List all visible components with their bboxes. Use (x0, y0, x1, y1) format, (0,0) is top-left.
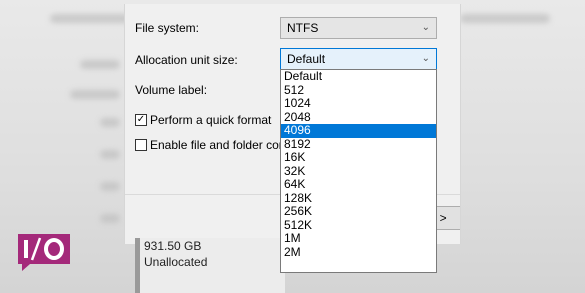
disk-status: Unallocated (144, 255, 208, 269)
dropdown-option[interactable]: Default (281, 70, 436, 84)
dropdown-option[interactable]: 1024 (281, 96, 436, 111)
dropdown-option[interactable]: 2M (281, 245, 436, 260)
volume-label-label: Volume label: (135, 83, 208, 97)
dropdown-option[interactable]: 64K (281, 177, 436, 192)
chevron-down-icon: ⌄ (421, 53, 430, 64)
dropdown-option[interactable]: 8192 (281, 137, 436, 152)
dropdown-option[interactable]: 32K (281, 164, 436, 179)
allocation-unit-size-label: Allocation unit size: (135, 53, 238, 67)
allocation-unit-size-dropdown: Default 512 1024 2048 4096 8192 16K 32K 64K 128K 2… (280, 69, 437, 273)
allocation-unit-size-select[interactable]: Default ⌄ (280, 48, 437, 70)
disk-size: 931.50 GB (144, 239, 202, 253)
quick-format-checkbox[interactable]: ✓ (135, 114, 147, 126)
check-icon: ✓ (136, 114, 146, 125)
compression-label: Enable file and folder con (150, 138, 280, 152)
dropdown-option[interactable]: 1M (281, 231, 436, 246)
file-system-label: File system: (135, 21, 200, 35)
file-system-value: NTFS (287, 21, 319, 35)
compression-checkbox[interactable] (135, 139, 147, 151)
dropdown-option[interactable]: 16K (281, 150, 436, 165)
logo-icon (18, 234, 70, 271)
dropdown-option[interactable]: 4096 (281, 123, 436, 138)
dropdown-option[interactable]: 256K (281, 204, 436, 219)
dropdown-option[interactable]: 512 (281, 83, 436, 98)
chevron-down-icon: ⌄ (421, 22, 430, 33)
dropdown-option[interactable]: 128K (281, 191, 436, 206)
dropdown-option[interactable]: 512K (281, 218, 436, 233)
file-system-select[interactable]: NTFS ⌄ (280, 17, 437, 39)
quick-format-label: Perform a quick format (150, 113, 272, 127)
disk-panel: 931.50 GB Unallocated (135, 238, 285, 293)
allocation-unit-size-value: Default (287, 52, 326, 66)
dropdown-option[interactable]: 2048 (281, 110, 436, 125)
